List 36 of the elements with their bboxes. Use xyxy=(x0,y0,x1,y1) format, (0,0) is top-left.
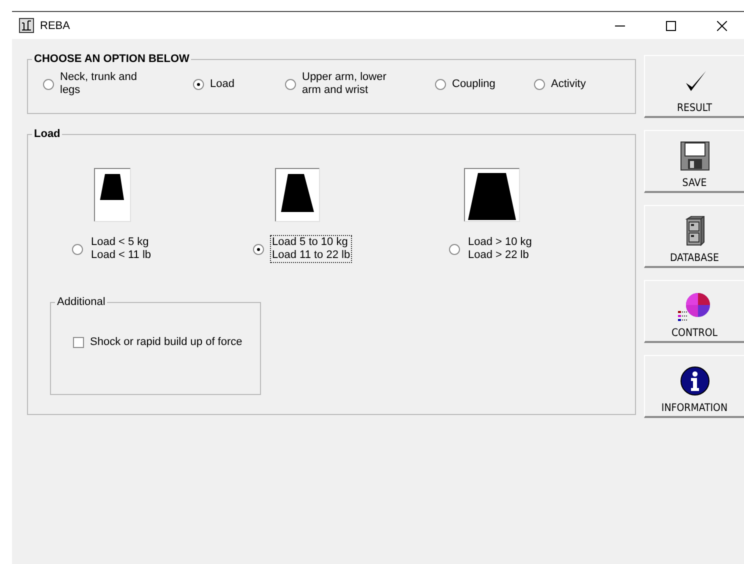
sidebar-button[interactable]: RESULT xyxy=(644,55,744,118)
close-icon[interactable] xyxy=(716,20,726,30)
radio-button[interactable] xyxy=(193,78,204,90)
sidebar-button[interactable]: INFORMATION xyxy=(644,355,744,418)
information-icon xyxy=(680,366,710,396)
checkbox-label[interactable]: Shock or rapid build up of force xyxy=(90,336,242,348)
group-title: CHOOSE AN OPTION BELOW xyxy=(33,53,190,65)
group-title: Load xyxy=(33,128,62,140)
radio-button[interactable] xyxy=(534,78,545,90)
load-option-label[interactable]: Load < 5 kg Load < 11 lb xyxy=(89,235,154,263)
sidebar-button[interactable]: SAVE xyxy=(644,130,744,193)
radio-button[interactable] xyxy=(449,244,460,254)
load-weight-picture xyxy=(275,168,320,222)
option-label[interactable]: Coupling xyxy=(452,78,496,90)
window-title: REBA xyxy=(40,20,71,32)
sidebar-button[interactable]: DATABASE xyxy=(644,205,744,268)
app-icon xyxy=(19,18,34,33)
load-option-label[interactable]: Load 5 to 10 kg Load 11 to 22 lb xyxy=(270,235,352,263)
radio-button[interactable] xyxy=(72,244,83,254)
option-label[interactable]: Neck, trunk and legs xyxy=(60,71,155,97)
option-label[interactable]: Load xyxy=(210,78,234,90)
maximize-icon[interactable] xyxy=(666,20,676,30)
radio-button[interactable] xyxy=(285,78,296,90)
radio-button[interactable] xyxy=(435,78,446,90)
pie-chart-icon xyxy=(678,290,711,322)
radio-button[interactable] xyxy=(43,78,54,90)
option-label[interactable]: Activity xyxy=(551,78,586,90)
load-option-label[interactable]: Load > 10 kg Load > 22 lb xyxy=(466,235,534,263)
checkbox[interactable] xyxy=(73,336,84,348)
file-cabinet-icon xyxy=(684,216,705,246)
sidebar-button[interactable]: CONTROL xyxy=(644,280,744,343)
option-label[interactable]: Upper arm, lower arm and wrist xyxy=(302,71,397,97)
load-weight-picture xyxy=(94,168,131,222)
load-weight-picture xyxy=(464,168,520,222)
radio-button[interactable] xyxy=(253,244,264,254)
group-title: Additional xyxy=(56,296,106,308)
